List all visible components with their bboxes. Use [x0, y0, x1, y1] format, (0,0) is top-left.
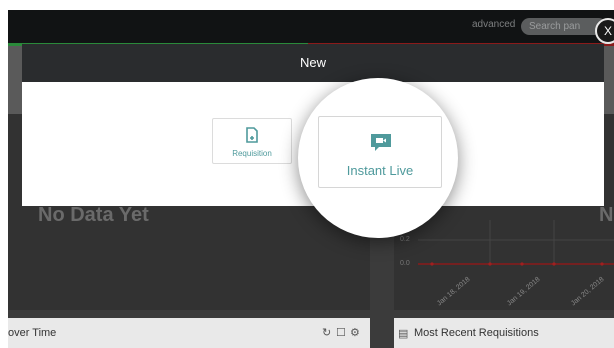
modal-title: New: [299, 55, 326, 70]
video-chat-icon: [370, 133, 392, 158]
refresh-icon[interactable]: ↻: [322, 326, 331, 339]
document-icon: ▤: [398, 328, 409, 340]
data-point: [488, 262, 492, 266]
data-point: [520, 262, 524, 266]
left-panel-title: over Time: [8, 327, 57, 339]
y-tick: 0.2: [400, 236, 410, 243]
left-panel-footer: over Time ↻ ☐ ⚙: [8, 318, 370, 348]
app-window: advanced No Data Yet N 0.2 0.0 Jan 18, 2…: [8, 10, 614, 348]
right-chart: 0.2 0.0 Jan 18, 2018 Jan 19, 2018 Jan 20…: [394, 206, 614, 310]
no-data-text: No Data Yet: [38, 204, 149, 226]
instant-live-label: Instant Live: [346, 163, 414, 178]
gear-icon[interactable]: ⚙: [350, 326, 360, 339]
zoom-magnifier: Instant Live: [298, 78, 458, 238]
modal-header: New: [22, 44, 604, 82]
instant-live-option[interactable]: Instant Live: [318, 116, 442, 188]
search-input[interactable]: [529, 19, 599, 34]
right-panel-footer: ▤ Most Recent Requisitions: [394, 318, 614, 348]
document-icon[interactable]: ☐: [336, 326, 346, 339]
y-tick: 0.0: [400, 260, 410, 267]
close-modal-button[interactable]: X: [595, 18, 614, 44]
data-point: [430, 262, 434, 266]
data-point: [552, 262, 556, 266]
document-plus-icon: [245, 127, 259, 149]
advanced-search-link[interactable]: advanced: [472, 19, 515, 30]
top-bar: advanced: [8, 10, 614, 43]
data-point: [600, 262, 604, 266]
requisition-option[interactable]: Requisition: [212, 118, 292, 164]
requisition-label: Requisition: [232, 149, 272, 158]
right-panel-title: Most Recent Requisitions: [414, 327, 539, 339]
